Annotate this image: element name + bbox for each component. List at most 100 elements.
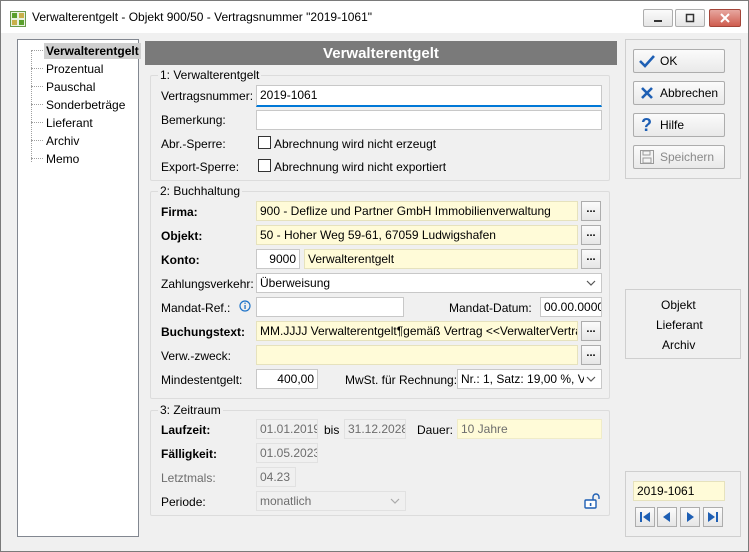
- next-icon: [687, 512, 694, 522]
- firma-lookup-button[interactable]: ...: [581, 201, 601, 221]
- zahlungsverkehr-select[interactable]: Überweisung: [256, 273, 602, 293]
- tree-item-prozentual[interactable]: Prozentual: [44, 61, 105, 77]
- last-record-button[interactable]: [703, 507, 723, 527]
- abr-sperre-text[interactable]: Abrechnung wird nicht erzeugt: [274, 137, 436, 151]
- periode-select[interactable]: monatlich: [256, 491, 406, 511]
- mwst-select[interactable]: Nr.: 1, Satz: 19,00 %, V: [457, 369, 602, 389]
- section-title: 3: Zeitraum: [158, 403, 223, 417]
- export-sperre-label: Export-Sperre:: [161, 160, 240, 174]
- verwzweck-edit-button[interactable]: ...: [581, 345, 601, 365]
- maximize-button[interactable]: [675, 9, 705, 27]
- info-icon[interactable]: [239, 300, 251, 315]
- abr-sperre-checkbox[interactable]: [258, 136, 271, 149]
- minimize-button[interactable]: [643, 9, 673, 27]
- lieferant-link[interactable]: Lieferant: [656, 318, 703, 332]
- tree-connector: [31, 50, 43, 51]
- section-buchhaltung: 2: Buchhaltung: [150, 184, 610, 399]
- minimize-icon: [654, 20, 662, 22]
- chevron-down-icon[interactable]: [584, 275, 598, 291]
- save-icon: [638, 148, 656, 166]
- konto-number-input[interactable]: 9000: [256, 249, 300, 269]
- tree-item-verwalterentgelt[interactable]: Verwalterentgelt: [44, 43, 141, 59]
- vertragsnummer-input[interactable]: 2019-1061: [256, 85, 602, 107]
- ok-button-label: OK: [660, 54, 678, 68]
- mandat-datum-input[interactable]: 00.00.0000: [540, 297, 602, 317]
- konto-name-field[interactable]: Verwalterentgelt: [304, 249, 578, 269]
- mandat-datum-label: Mandat-Datum:: [449, 301, 532, 315]
- objekt-link[interactable]: Objekt: [661, 298, 696, 312]
- zahlungsverkehr-label: Zahlungsverkehr:: [161, 277, 254, 291]
- unlock-icon[interactable]: [584, 492, 602, 513]
- last-icon: [708, 512, 718, 522]
- buchungstext-edit-button[interactable]: ...: [581, 321, 601, 341]
- tree-item-lieferant[interactable]: Lieferant: [44, 115, 95, 131]
- mwst-value: Nr.: 1, Satz: 19,00 %, V: [461, 372, 586, 386]
- verwzweck-field[interactable]: [256, 345, 578, 365]
- konto-label: Konto:: [161, 253, 200, 267]
- archiv-link[interactable]: Archiv: [662, 338, 695, 352]
- section-title: 2: Buchhaltung: [158, 184, 243, 198]
- dauer-label: Dauer:: [417, 423, 454, 437]
- mindestentgelt-label: Mindestentgelt:: [161, 373, 243, 387]
- mindestentgelt-input[interactable]: 400,00: [256, 369, 318, 389]
- tree-connector: [31, 122, 43, 123]
- close-button[interactable]: [709, 9, 741, 27]
- faelligkeit-field[interactable]: 01.05.2023: [256, 443, 318, 463]
- title-bar[interactable]: Verwalterentgelt - Objekt 900/50 - Vertr…: [1, 1, 748, 33]
- objekt-field[interactable]: 50 - Hoher Weg 59-61, 67059 Ludwigshafen: [256, 225, 578, 245]
- mandat-ref-input[interactable]: [256, 297, 404, 317]
- ok-button[interactable]: OK: [633, 49, 725, 73]
- mandat-ref-label: Mandat-Ref.:: [161, 301, 231, 315]
- bis-label: bis: [324, 423, 340, 437]
- tree-connector: [31, 68, 43, 69]
- verwzweck-label: Verw.-zweck:: [161, 349, 232, 363]
- hilfe-button[interactable]: ? Hilfe: [633, 113, 725, 137]
- previous-record-button[interactable]: [657, 507, 677, 527]
- navigation-tree: Verwalterentgelt Prozentual Pauschal Son…: [17, 39, 141, 537]
- laufzeit-from-field[interactable]: 01.01.2019: [256, 419, 318, 439]
- bemerkung-input[interactable]: [256, 110, 602, 130]
- page-title: Verwalterentgelt: [145, 41, 617, 65]
- chevron-down-icon[interactable]: [388, 493, 402, 509]
- close-icon: [720, 13, 730, 23]
- periode-value: monatlich: [260, 494, 312, 508]
- tree-item-pauschal[interactable]: Pauschal: [44, 79, 97, 95]
- tree-connector: [31, 104, 43, 105]
- app-icon: [10, 11, 26, 27]
- abbrechen-button-label: Abbrechen: [660, 86, 719, 100]
- dauer-field: 10 Jahre: [457, 419, 602, 439]
- tree-connector: [31, 158, 43, 159]
- objekt-lookup-button[interactable]: ...: [581, 225, 601, 245]
- check-icon: [638, 52, 656, 70]
- laufzeit-label: Laufzeit:: [161, 423, 211, 437]
- cancel-x-icon: [638, 84, 656, 102]
- help-icon: ?: [638, 116, 656, 134]
- next-record-button[interactable]: [680, 507, 700, 527]
- main-window: Verwalterentgelt - Objekt 900/50 - Vertr…: [0, 0, 749, 552]
- export-sperre-text[interactable]: Abrechnung wird nicht exportiert: [274, 160, 446, 174]
- speichern-button[interactable]: Speichern: [633, 145, 725, 169]
- hilfe-button-label: Hilfe: [660, 118, 685, 132]
- abbrechen-button[interactable]: Abbrechen: [633, 81, 725, 105]
- firma-label: Firma:: [161, 205, 198, 219]
- tree-connector: [31, 140, 43, 141]
- maximize-icon: [685, 13, 695, 23]
- laufzeit-to-field[interactable]: 31.12.2028: [344, 419, 406, 439]
- tree-item-sonderbetraege[interactable]: Sonderbeträge: [44, 97, 127, 113]
- vertragsnummer-label: Vertragsnummer:: [161, 89, 254, 103]
- buchungstext-label: Buchungstext:: [161, 325, 245, 339]
- bemerkung-label: Bemerkung:: [161, 113, 226, 127]
- chevron-down-icon[interactable]: [584, 371, 598, 387]
- record-field[interactable]: 2019-1061: [633, 481, 725, 501]
- tree-connector: [31, 86, 43, 87]
- tree-item-memo[interactable]: Memo: [44, 151, 81, 167]
- first-record-button[interactable]: [635, 507, 655, 527]
- faelligkeit-label: Fälligkeit:: [161, 447, 218, 461]
- buchungstext-field[interactable]: MM.JJJJ Verwalterentgelt¶gemäß Vertrag <…: [256, 321, 578, 341]
- zahlungsverkehr-value: Überweisung: [260, 276, 331, 290]
- firma-field[interactable]: 900 - Deflize und Partner GmbH Immobilie…: [256, 201, 578, 221]
- window-title: Verwalterentgelt - Objekt 900/50 - Vertr…: [32, 10, 373, 24]
- export-sperre-checkbox[interactable]: [258, 159, 271, 172]
- tree-item-archiv[interactable]: Archiv: [44, 133, 81, 149]
- konto-lookup-button[interactable]: ...: [581, 249, 601, 269]
